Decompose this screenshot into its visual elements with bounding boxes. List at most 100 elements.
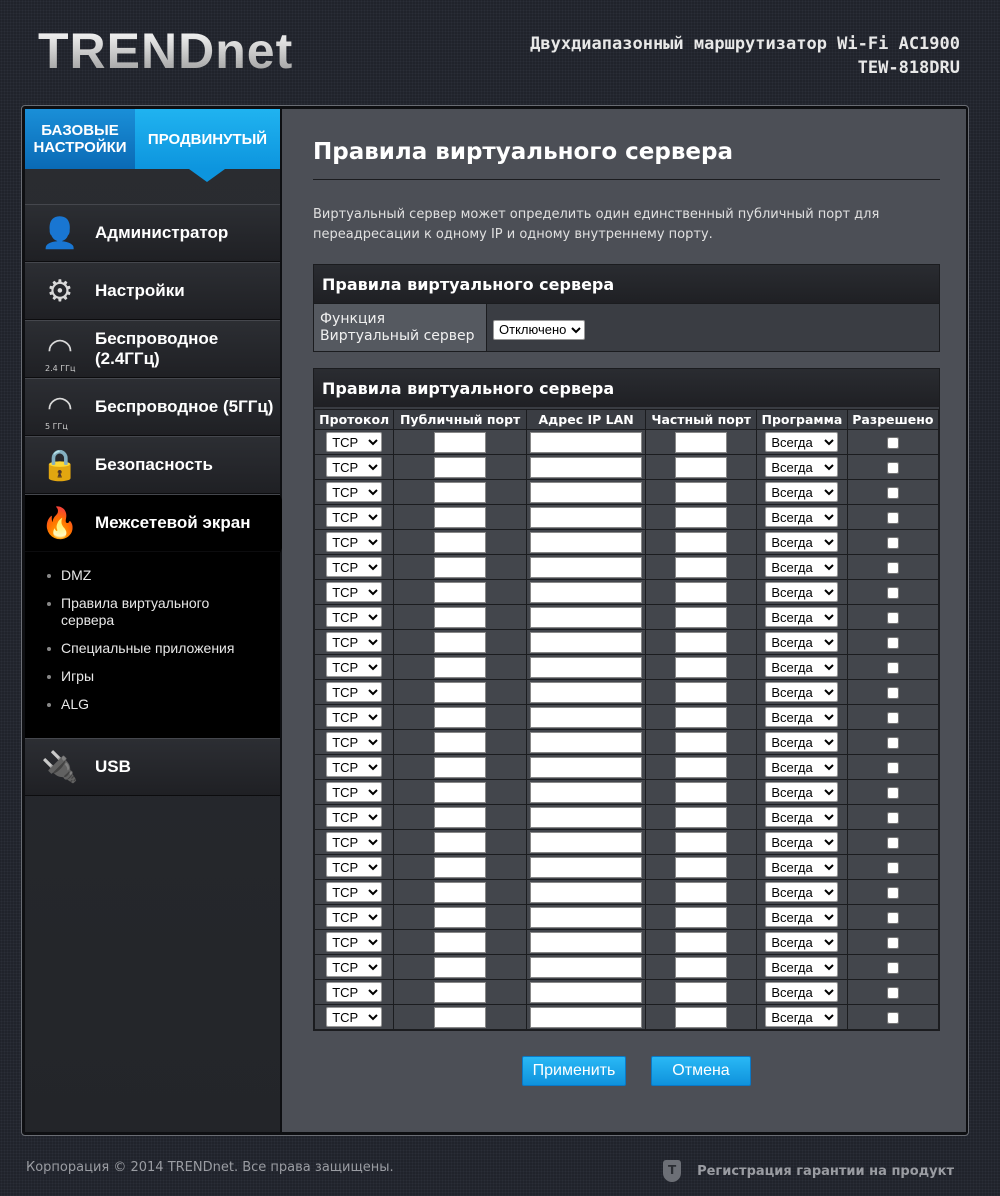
schedule-select[interactable]: Всегда	[765, 857, 839, 878]
schedule-select[interactable]: Всегда	[765, 732, 839, 753]
private-port-input[interactable]	[675, 931, 728, 953]
public-port-input[interactable]	[434, 781, 487, 803]
private-port-input[interactable]	[675, 481, 728, 503]
lan-ip-input[interactable]	[530, 831, 643, 853]
protocol-select[interactable]: TCP	[326, 857, 383, 878]
lan-ip-input[interactable]	[530, 781, 643, 803]
protocol-select[interactable]: TCP	[326, 632, 383, 653]
enabled-checkbox[interactable]	[886, 887, 899, 899]
public-port-input[interactable]	[434, 481, 487, 503]
lan-ip-input[interactable]	[530, 656, 643, 678]
schedule-select[interactable]: Всегда	[765, 582, 839, 603]
protocol-select[interactable]: TCP	[326, 982, 383, 1003]
public-port-input[interactable]	[434, 706, 487, 728]
subnav-item-alg[interactable]: ALG	[25, 696, 255, 713]
lan-ip-input[interactable]	[530, 706, 643, 728]
public-port-input[interactable]	[434, 756, 487, 778]
protocol-select[interactable]: TCP	[326, 757, 383, 778]
private-port-input[interactable]	[675, 856, 728, 878]
lan-ip-input[interactable]	[530, 681, 643, 703]
subnav-item-special-apps[interactable]: Специальные приложения	[25, 640, 255, 657]
private-port-input[interactable]	[675, 456, 728, 478]
lan-ip-input[interactable]	[530, 606, 643, 628]
public-port-input[interactable]	[434, 456, 487, 478]
enabled-checkbox[interactable]	[886, 512, 899, 524]
private-port-input[interactable]	[675, 606, 728, 628]
enabled-checkbox[interactable]	[886, 987, 899, 999]
protocol-select[interactable]: TCP	[326, 932, 383, 953]
public-port-input[interactable]	[434, 656, 487, 678]
schedule-select[interactable]: Всегда	[765, 632, 839, 653]
private-port-input[interactable]	[675, 781, 728, 803]
warranty-link[interactable]: Регистрация гарантии на продукт	[697, 1164, 954, 1179]
protocol-select[interactable]: TCP	[326, 907, 383, 928]
public-port-input[interactable]	[434, 831, 487, 853]
schedule-select[interactable]: Всегда	[765, 932, 839, 953]
lan-ip-input[interactable]	[530, 631, 643, 653]
lan-ip-input[interactable]	[530, 981, 643, 1003]
enabled-checkbox[interactable]	[886, 562, 899, 574]
protocol-select[interactable]: TCP	[326, 457, 383, 478]
subnav-item-games[interactable]: Игры	[25, 668, 255, 685]
private-port-input[interactable]	[675, 881, 728, 903]
enabled-checkbox[interactable]	[886, 837, 899, 849]
schedule-select[interactable]: Всегда	[765, 507, 839, 528]
private-port-input[interactable]	[675, 731, 728, 753]
protocol-select[interactable]: TCP	[326, 1007, 383, 1028]
schedule-select[interactable]: Всегда	[765, 782, 839, 803]
public-port-input[interactable]	[434, 531, 487, 553]
protocol-select[interactable]: TCP	[326, 682, 383, 703]
schedule-select[interactable]: Всегда	[765, 682, 839, 703]
lan-ip-input[interactable]	[530, 506, 643, 528]
enabled-checkbox[interactable]	[886, 662, 899, 674]
public-port-input[interactable]	[434, 906, 487, 928]
sidebar-item-settings[interactable]: ⚙ Настройки	[25, 262, 280, 320]
public-port-input[interactable]	[434, 881, 487, 903]
enabled-checkbox[interactable]	[886, 462, 899, 474]
protocol-select[interactable]: TCP	[326, 557, 383, 578]
enabled-checkbox[interactable]	[886, 737, 899, 749]
lan-ip-input[interactable]	[530, 881, 643, 903]
lan-ip-input[interactable]	[530, 431, 643, 453]
enabled-checkbox[interactable]	[886, 912, 899, 924]
private-port-input[interactable]	[675, 831, 728, 853]
enabled-checkbox[interactable]	[886, 537, 899, 549]
lan-ip-input[interactable]	[530, 856, 643, 878]
enabled-checkbox[interactable]	[886, 587, 899, 599]
schedule-select[interactable]: Всегда	[765, 882, 839, 903]
protocol-select[interactable]: TCP	[326, 582, 383, 603]
schedule-select[interactable]: Всегда	[765, 457, 839, 478]
protocol-select[interactable]: TCP	[326, 532, 383, 553]
schedule-select[interactable]: Всегда	[765, 432, 839, 453]
protocol-select[interactable]: TCP	[326, 482, 383, 503]
protocol-select[interactable]: TCP	[326, 607, 383, 628]
lan-ip-input[interactable]	[530, 456, 643, 478]
enabled-checkbox[interactable]	[886, 687, 899, 699]
subnav-item-dmz[interactable]: DMZ	[25, 567, 255, 584]
lan-ip-input[interactable]	[530, 556, 643, 578]
sidebar-item-admin[interactable]: 👤 Администратор	[25, 204, 280, 262]
private-port-input[interactable]	[675, 1006, 728, 1028]
protocol-select[interactable]: TCP	[326, 707, 383, 728]
schedule-select[interactable]: Всегда	[765, 957, 839, 978]
lan-ip-input[interactable]	[530, 1006, 643, 1028]
private-port-input[interactable]	[675, 431, 728, 453]
enabled-checkbox[interactable]	[886, 487, 899, 499]
lan-ip-input[interactable]	[530, 481, 643, 503]
sidebar-item-firewall[interactable]: 🔥 Межсетевой экран	[25, 494, 292, 553]
enabled-checkbox[interactable]	[886, 712, 899, 724]
protocol-select[interactable]: TCP	[326, 882, 383, 903]
enabled-checkbox[interactable]	[886, 612, 899, 624]
schedule-select[interactable]: Всегда	[765, 1007, 839, 1028]
public-port-input[interactable]	[434, 981, 487, 1003]
private-port-input[interactable]	[675, 956, 728, 978]
private-port-input[interactable]	[675, 556, 728, 578]
tab-basic-settings[interactable]: БАЗОВЫЕ НАСТРОЙКИ	[25, 109, 135, 169]
enabled-checkbox[interactable]	[886, 437, 899, 449]
protocol-select[interactable]: TCP	[326, 657, 383, 678]
schedule-select[interactable]: Всегда	[765, 532, 839, 553]
public-port-input[interactable]	[434, 931, 487, 953]
lan-ip-input[interactable]	[530, 806, 643, 828]
schedule-select[interactable]: Всегда	[765, 982, 839, 1003]
lan-ip-input[interactable]	[530, 581, 643, 603]
